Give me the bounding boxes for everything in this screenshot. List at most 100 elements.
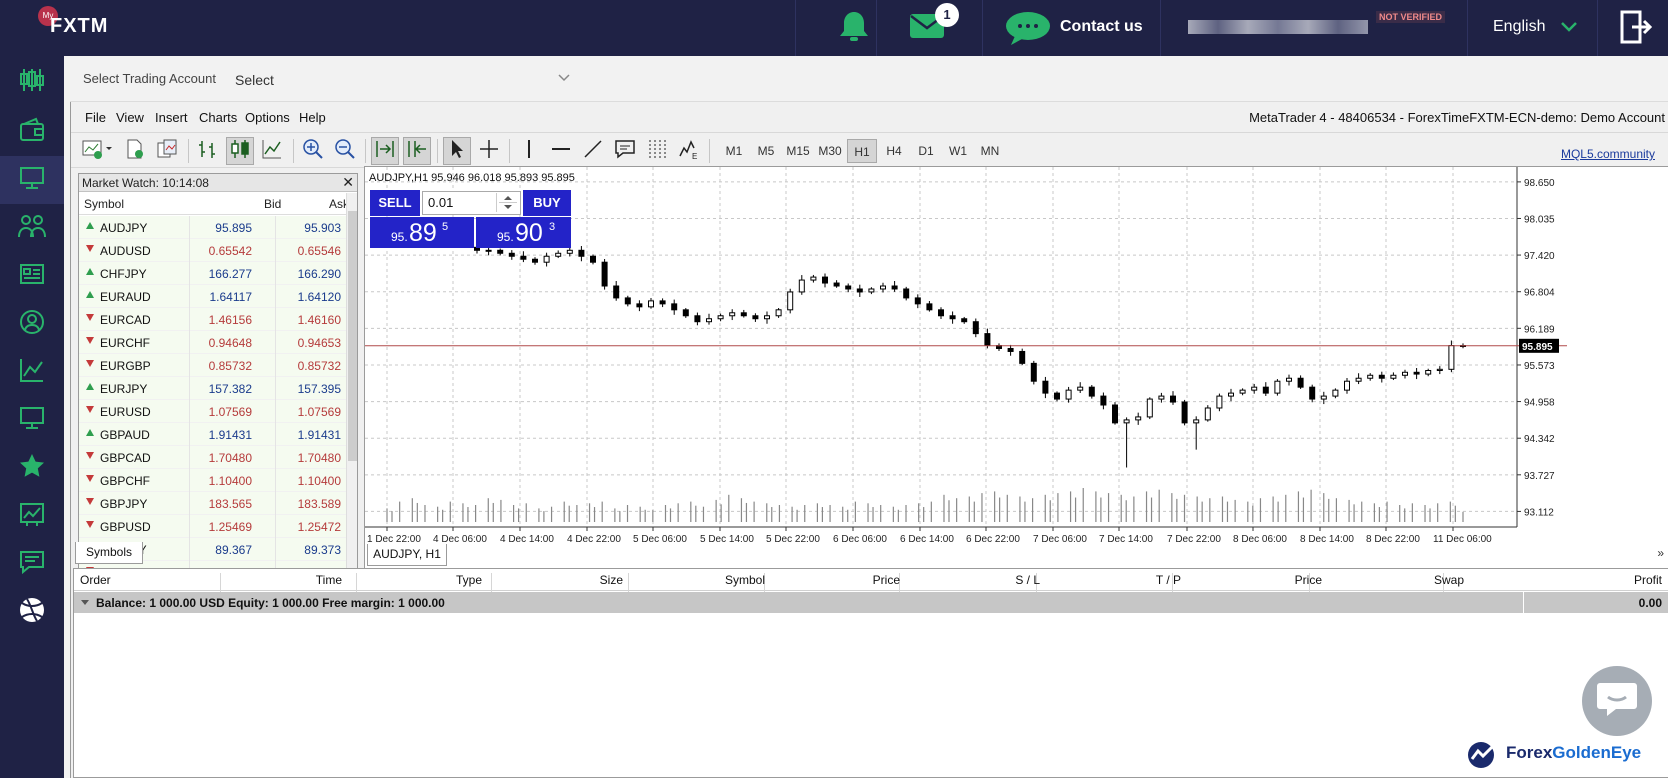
market-watch-row[interactable]: AUDJPY 95.895 95.903 xyxy=(79,216,347,239)
bar-chart-button[interactable] xyxy=(194,137,222,165)
buy-price[interactable]: 95. 90 3 xyxy=(476,217,571,248)
text-label-button[interactable] xyxy=(611,137,639,165)
market-watch-row[interactable]: EURUSD 1.07569 1.07569 xyxy=(79,400,347,423)
sidebar-item-partners[interactable] xyxy=(0,204,64,252)
timeframe-m15-button[interactable]: M15 xyxy=(783,139,813,163)
bell-icon[interactable] xyxy=(836,10,872,49)
sell-price[interactable]: 95. 89 5 xyxy=(370,217,474,248)
line-chart-button[interactable] xyxy=(258,137,286,165)
sidebar-item-wallet[interactable] xyxy=(0,108,64,156)
market-watch-row[interactable]: GBPCHF 1.10400 1.10400 xyxy=(79,469,347,492)
chart-window[interactable]: 98.650 98.035 97.420 96.804 96.189 95.573 94.9… xyxy=(364,166,1668,579)
sidebar-item-analytics[interactable] xyxy=(0,348,64,396)
fibonacci-button[interactable] xyxy=(643,137,671,165)
sidebar-item-profile[interactable] xyxy=(0,300,64,348)
market-watch-row[interactable]: EURJPY 157.382 157.395 xyxy=(79,377,347,400)
column-header-profit[interactable]: Profit xyxy=(1634,573,1662,587)
column-header-price-current[interactable]: Price xyxy=(1295,573,1322,587)
timeframe-d1-button[interactable]: D1 xyxy=(911,139,941,163)
column-header-tp[interactable]: T / P xyxy=(1156,573,1181,587)
chat-widget-button[interactable] xyxy=(1582,666,1652,736)
language-selector[interactable]: English xyxy=(1493,18,1545,36)
menu-help[interactable]: Help xyxy=(299,110,326,125)
sidebar-item-favorites[interactable] xyxy=(0,444,64,492)
double-chevron-right-icon[interactable]: » xyxy=(1657,546,1664,560)
sidebar-item-trading[interactable] xyxy=(0,58,64,106)
profiles-button[interactable] xyxy=(121,137,149,165)
zoom-out-button[interactable] xyxy=(331,137,359,165)
chart-shift-button[interactable] xyxy=(403,137,431,165)
sidebar-item-news[interactable] xyxy=(0,252,64,300)
market-watch-row[interactable]: GBPJPY 183.565 183.589 xyxy=(79,492,347,515)
close-icon[interactable]: ✕ xyxy=(342,174,354,191)
horizontal-line-button[interactable] xyxy=(547,137,575,165)
column-header-symbol[interactable]: Symbol xyxy=(84,197,124,211)
timeframe-w1-button[interactable]: W1 xyxy=(943,139,973,163)
column-header-swap[interactable]: Swap xyxy=(1434,573,1464,587)
contact-us-link[interactable]: Contact us xyxy=(1060,18,1143,36)
scrollbar[interactable] xyxy=(346,193,357,571)
market-watch-row[interactable]: EURAUD 1.64117 1.64120 xyxy=(79,285,347,308)
chat-bubble-icon[interactable] xyxy=(1005,10,1051,51)
column-header-symbol[interactable]: Symbol xyxy=(725,573,765,587)
new-chart-button[interactable] xyxy=(79,137,115,165)
market-watch-row[interactable]: GBPCAD 1.70480 1.70480 xyxy=(79,446,347,469)
market-watch-row[interactable]: EURCAD 1.46156 1.46160 xyxy=(79,308,347,331)
sell-button[interactable]: SELL xyxy=(370,190,420,216)
collapse-arrow-icon[interactable] xyxy=(81,600,89,605)
account-select-dropdown[interactable]: Select xyxy=(235,70,575,92)
watermark-part2: GoldenEye xyxy=(1552,743,1642,762)
crosshair-button[interactable] xyxy=(475,137,503,165)
column-header-time[interactable]: Time xyxy=(316,573,342,587)
sidebar-item-webtrader[interactable] xyxy=(0,396,64,444)
tab-audjpy-h1[interactable]: AUDJPY, H1 xyxy=(367,544,447,566)
vertical-line-button[interactable] xyxy=(515,137,543,165)
timeframe-h1-button[interactable]: H1 xyxy=(847,139,877,163)
sidebar-item-platform[interactable] xyxy=(0,156,64,204)
arrow-down-icon xyxy=(86,314,94,321)
menu-options[interactable]: Options xyxy=(245,110,290,125)
column-header-sl[interactable]: S / L xyxy=(1015,573,1040,587)
lot-stepper[interactable] xyxy=(496,193,518,212)
zoom-in-button[interactable] xyxy=(299,137,327,165)
market-watch-row[interactable]: EURGBP 0.85732 0.85732 xyxy=(79,354,347,377)
menu-view[interactable]: View xyxy=(116,110,144,125)
column-header-order[interactable]: Order xyxy=(80,573,111,587)
sidebar-item-messages[interactable] xyxy=(0,540,64,588)
market-watch-row[interactable]: GBPUSD 1.25469 1.25472 xyxy=(79,515,347,538)
market-watch-row[interactable]: EURCHF 0.94648 0.94653 xyxy=(79,331,347,354)
cursor-button[interactable] xyxy=(443,137,471,165)
buy-button[interactable]: BUY xyxy=(523,190,571,216)
scrollbar-thumb[interactable] xyxy=(348,211,357,461)
market-watch-row[interactable]: GBPAUD 1.91431 1.91431 xyxy=(79,423,347,446)
symbol-name: GBPUSD xyxy=(100,520,151,534)
templates-button[interactable] xyxy=(153,137,181,165)
column-header-bid[interactable]: Bid xyxy=(264,197,281,211)
column-header-price[interactable]: Price xyxy=(873,573,900,587)
x-tick-label: 4 Dec 22:00 xyxy=(567,534,621,545)
sidebar-item-signals[interactable] xyxy=(0,492,64,540)
timeframe-m30-button[interactable]: M30 xyxy=(815,139,845,163)
menu-charts[interactable]: Charts xyxy=(199,110,237,125)
candle xyxy=(1320,395,1327,400)
market-watch-row[interactable]: CHFJPY 166.277 166.290 xyxy=(79,262,347,285)
timeframe-m5-button[interactable]: M5 xyxy=(751,139,781,163)
chevron-down-icon[interactable] xyxy=(1560,20,1578,39)
sidebar-item-sports[interactable] xyxy=(0,588,64,636)
mql5-community-link[interactable]: MQL5.community xyxy=(1561,147,1655,161)
logout-icon[interactable] xyxy=(1620,10,1653,49)
column-header-type[interactable]: Type xyxy=(456,573,482,587)
market-watch-row[interactable]: AUDUSD 0.65542 0.65546 xyxy=(79,239,347,262)
column-header-size[interactable]: Size xyxy=(600,573,623,587)
account-name-redacted[interactable] xyxy=(1188,20,1368,34)
timeframe-mn-button[interactable]: MN xyxy=(975,139,1005,163)
trendline-button[interactable] xyxy=(579,137,607,165)
autoscroll-button[interactable] xyxy=(371,137,399,165)
tab-symbols[interactable]: Symbols xyxy=(75,542,143,564)
candlestick-button[interactable] xyxy=(226,137,254,165)
menu-insert[interactable]: Insert xyxy=(155,110,188,125)
elliott-wave-button[interactable]: E xyxy=(675,137,703,165)
timeframe-h4-button[interactable]: H4 xyxy=(879,139,909,163)
timeframe-m1-button[interactable]: M1 xyxy=(719,139,749,163)
menu-file[interactable]: File xyxy=(85,110,106,125)
